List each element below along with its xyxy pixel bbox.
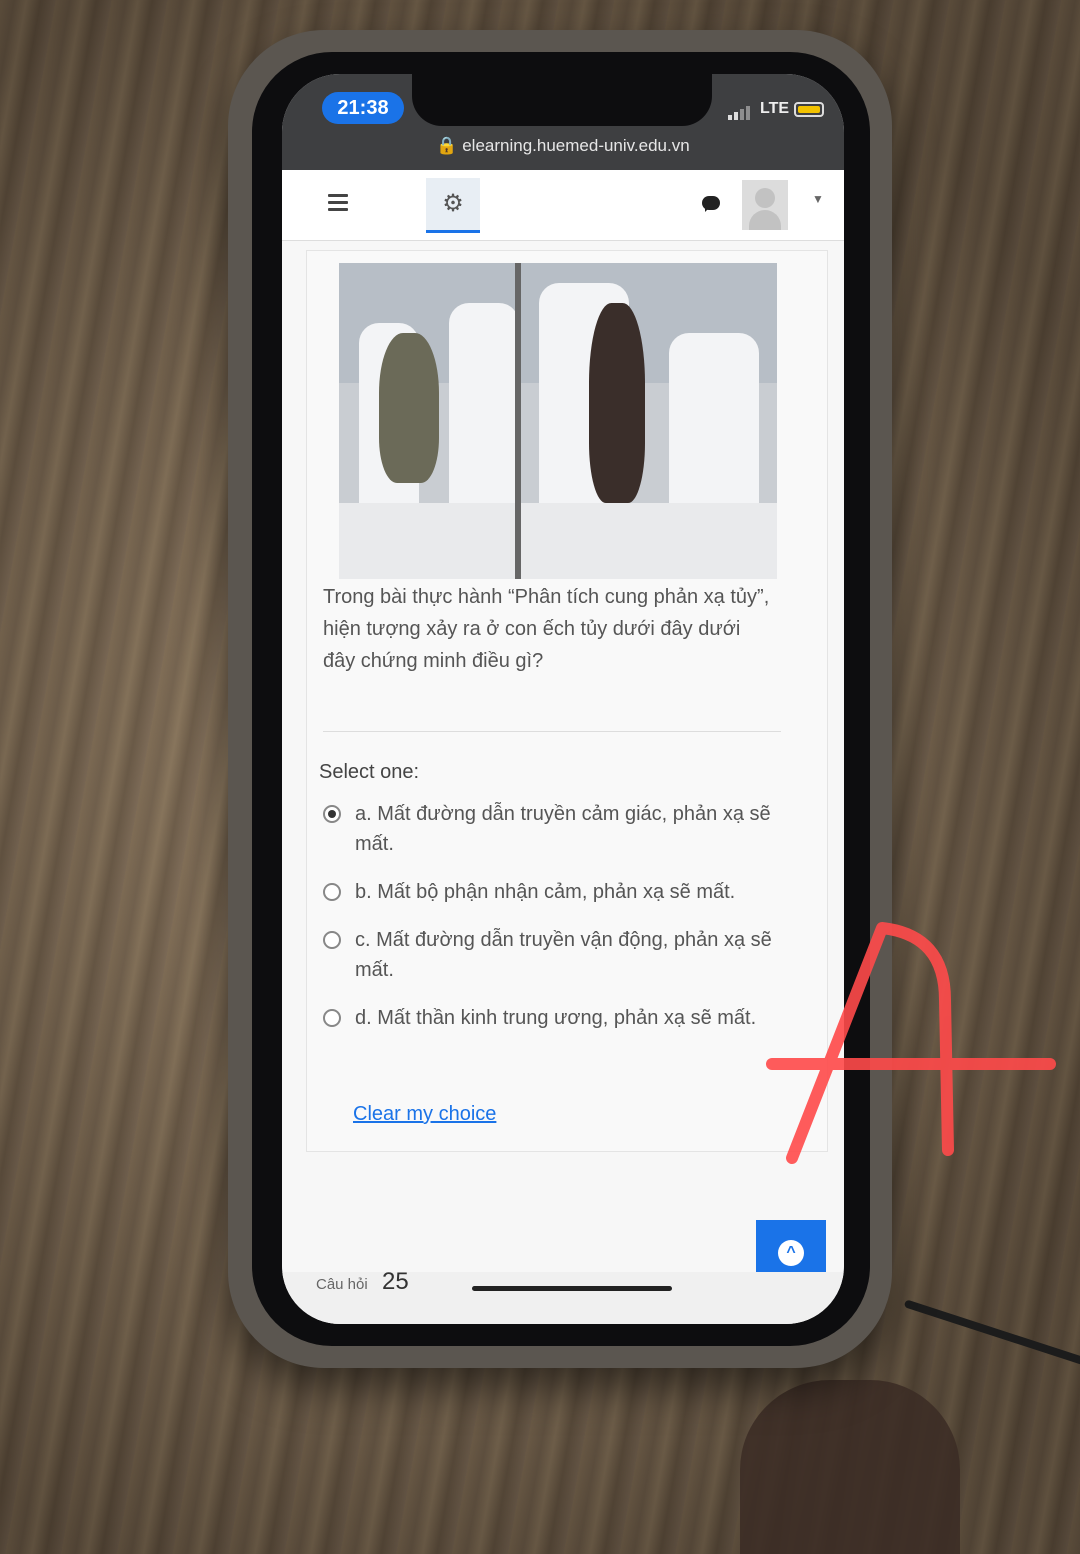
network-type: LTE [760, 100, 790, 117]
option-a[interactable]: a. Mất đường dẫn truyền cảm giác, phản x… [323, 799, 773, 859]
divider [323, 731, 781, 732]
address-bar[interactable]: 🔒 elearning.huemed-univ.edu.vn [282, 136, 844, 156]
avatar[interactable] [742, 180, 788, 230]
option-c[interactable]: c. Mất đường dẫn truyền vận động, phản x… [323, 925, 773, 985]
option-b[interactable]: b. Mất bộ phận nhận cảm, phản xạ sẽ mất. [323, 877, 773, 907]
phone-bezel: 21:38 LTE 🔒 elearning.huemed-univ.edu.vn… [252, 52, 870, 1346]
radio-button[interactable] [323, 805, 341, 823]
url-text: elearning.huemed-univ.edu.vn [462, 136, 690, 155]
radio-button[interactable] [323, 931, 341, 949]
phone-screen: 21:38 LTE 🔒 elearning.huemed-univ.edu.vn… [282, 74, 844, 1324]
chevron-up-icon: ^ [778, 1240, 804, 1266]
select-one-label: Select one: [319, 761, 420, 783]
footer-bar: Câu hỏi 25 [282, 1268, 844, 1324]
answer-options: a. Mất đường dẫn truyền cảm giác, phản x… [323, 799, 773, 1051]
question-label: Câu hỏi [316, 1276, 368, 1293]
radio-button[interactable] [323, 1009, 341, 1027]
foot [740, 1380, 960, 1554]
notch [412, 74, 712, 126]
chevron-down-icon[interactable]: ▼ [812, 192, 824, 206]
navbar: ⚙ ▼ [282, 170, 844, 241]
status-bar: 21:38 LTE 🔒 elearning.huemed-univ.edu.vn [282, 74, 844, 170]
gear-icon[interactable]: ⚙ [426, 178, 480, 233]
chat-bubble-icon[interactable] [702, 196, 720, 212]
radio-button[interactable] [323, 883, 341, 901]
battery-icon [794, 102, 824, 117]
clock: 21:38 [322, 92, 404, 124]
home-indicator [472, 1286, 672, 1291]
signal-icon [728, 102, 750, 120]
question-image [339, 263, 777, 579]
question-card: Trong bài thực hành “Phân tích cung phản… [306, 250, 828, 1152]
option-d[interactable]: d. Mất thần kinh trung ương, phản xạ sẽ … [323, 1003, 773, 1033]
question-number: 25 [382, 1268, 409, 1295]
hamburger-icon[interactable] [328, 194, 348, 215]
question-text: Trong bài thực hành “Phân tích cung phản… [323, 586, 770, 672]
clear-choice-link[interactable]: Clear my choice [353, 1103, 496, 1126]
